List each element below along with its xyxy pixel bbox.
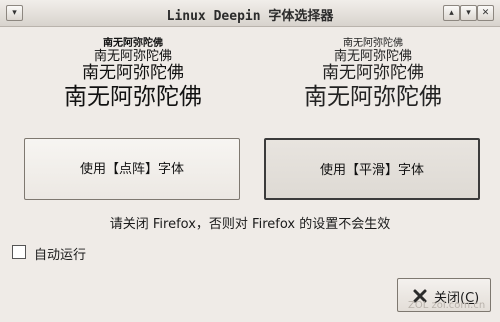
dot-sample-medium: 南无阿弥陀佛 [93, 48, 172, 64]
autorun-checkbox[interactable] [12, 245, 26, 259]
window-title: Linux Deepin 字体选择器 [166, 9, 334, 24]
maximize-button[interactable]: ▾ [460, 5, 477, 21]
close-x-icon: ✕ [481, 8, 490, 18]
minimize-button[interactable]: ▴ [443, 5, 460, 21]
dot-sample-large: 南无阿弥陀佛 [82, 63, 184, 84]
smooth-font-preview: 南无阿弥陀佛 南无阿弥陀佛 南无阿弥陀佛 南无阿弥陀佛 [264, 38, 482, 110]
use-smooth-font-button[interactable]: 使用【平滑】字体 [264, 138, 480, 200]
smooth-sample-xlarge: 南无阿弥陀佛 [304, 83, 442, 110]
smooth-sample-large: 南无阿弥陀佛 [322, 63, 424, 84]
font-selector-window: ▾ Linux Deepin 字体选择器 ▴ ▾ ✕ 南无阿弥陀佛 南无阿弥陀佛… [0, 0, 500, 322]
maximize-icon: ▾ [466, 8, 471, 18]
firefox-notice: 请关闭 Firefox，否则对 Firefox 的设置不会生效 [109, 217, 391, 232]
watermark: ZOL zol.com.cn [408, 300, 486, 311]
dot-font-preview: 南无阿弥陀佛 南无阿弥陀佛 南无阿弥陀佛 南无阿弥陀佛 [24, 38, 242, 110]
dot-sample-small: 南无阿弥陀佛 [103, 38, 163, 49]
minimize-icon: ▴ [449, 8, 454, 18]
autorun-label: 自动运行 [34, 248, 87, 263]
use-dot-font-button[interactable]: 使用【点阵】字体 [24, 138, 240, 200]
smooth-sample-small: 南无阿弥陀佛 [343, 38, 403, 49]
title-bar: ▾ Linux Deepin 字体选择器 ▴ ▾ ✕ [0, 0, 500, 27]
smooth-sample-medium: 南无阿弥陀佛 [333, 48, 412, 64]
window-close-button[interactable]: ✕ [477, 5, 494, 21]
dot-sample-xlarge: 南无阿弥陀佛 [64, 83, 202, 110]
